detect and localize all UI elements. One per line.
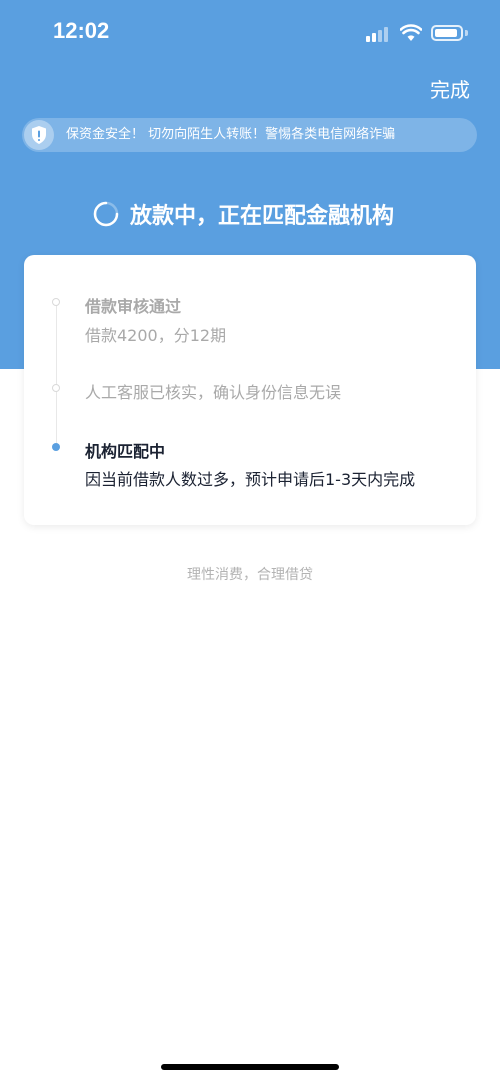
home-indicator xyxy=(161,1064,339,1070)
timeline-line xyxy=(56,303,57,448)
notice-icon-badge xyxy=(24,120,54,150)
step-subtitle-active: 因当前借款人数过多，预计申请后1-3天内完成 xyxy=(85,470,416,489)
battery-cap xyxy=(465,30,468,36)
wifi-icon xyxy=(400,24,422,41)
cellular-signal-icon xyxy=(366,26,392,42)
shield-exclamation-icon xyxy=(32,126,46,144)
timeline-dot xyxy=(52,298,60,306)
timeline-dot xyxy=(52,384,60,392)
footer-note: 理性消费，合理借贷 xyxy=(187,567,313,583)
step-title: 人工客服已核实，确认身份信息无误 xyxy=(85,383,342,402)
status-bar: 12:02 xyxy=(0,0,500,66)
step-subtitle: 借款4200，分12期 xyxy=(85,326,227,345)
progress-card: 借款审核通过 借款4200，分12期 人工客服已核实，确认身份信息无误 机构匹配… xyxy=(24,255,476,525)
done-button[interactable]: 完成 xyxy=(430,74,470,103)
status-time: 12:02 xyxy=(53,18,110,43)
status-title: 放款中，正在匹配金融机构 xyxy=(130,204,395,229)
step-title-active: 机构匹配中 xyxy=(85,442,166,461)
fraud-warning-banner: 保资金安全！ 切勿向陌生人转账！警惕各类电信网络诈骗 xyxy=(22,118,477,152)
notice-text: 保资金安全！ 切勿向陌生人转账！警惕各类电信网络诈骗 xyxy=(66,127,396,142)
step-title: 借款审核通过 xyxy=(85,297,182,316)
loan-status-title: 放款中，正在匹配金融机构 xyxy=(92,194,394,234)
timeline-dot-active xyxy=(52,443,60,451)
loading-spinner-icon xyxy=(93,201,119,227)
battery-icon xyxy=(431,25,463,41)
